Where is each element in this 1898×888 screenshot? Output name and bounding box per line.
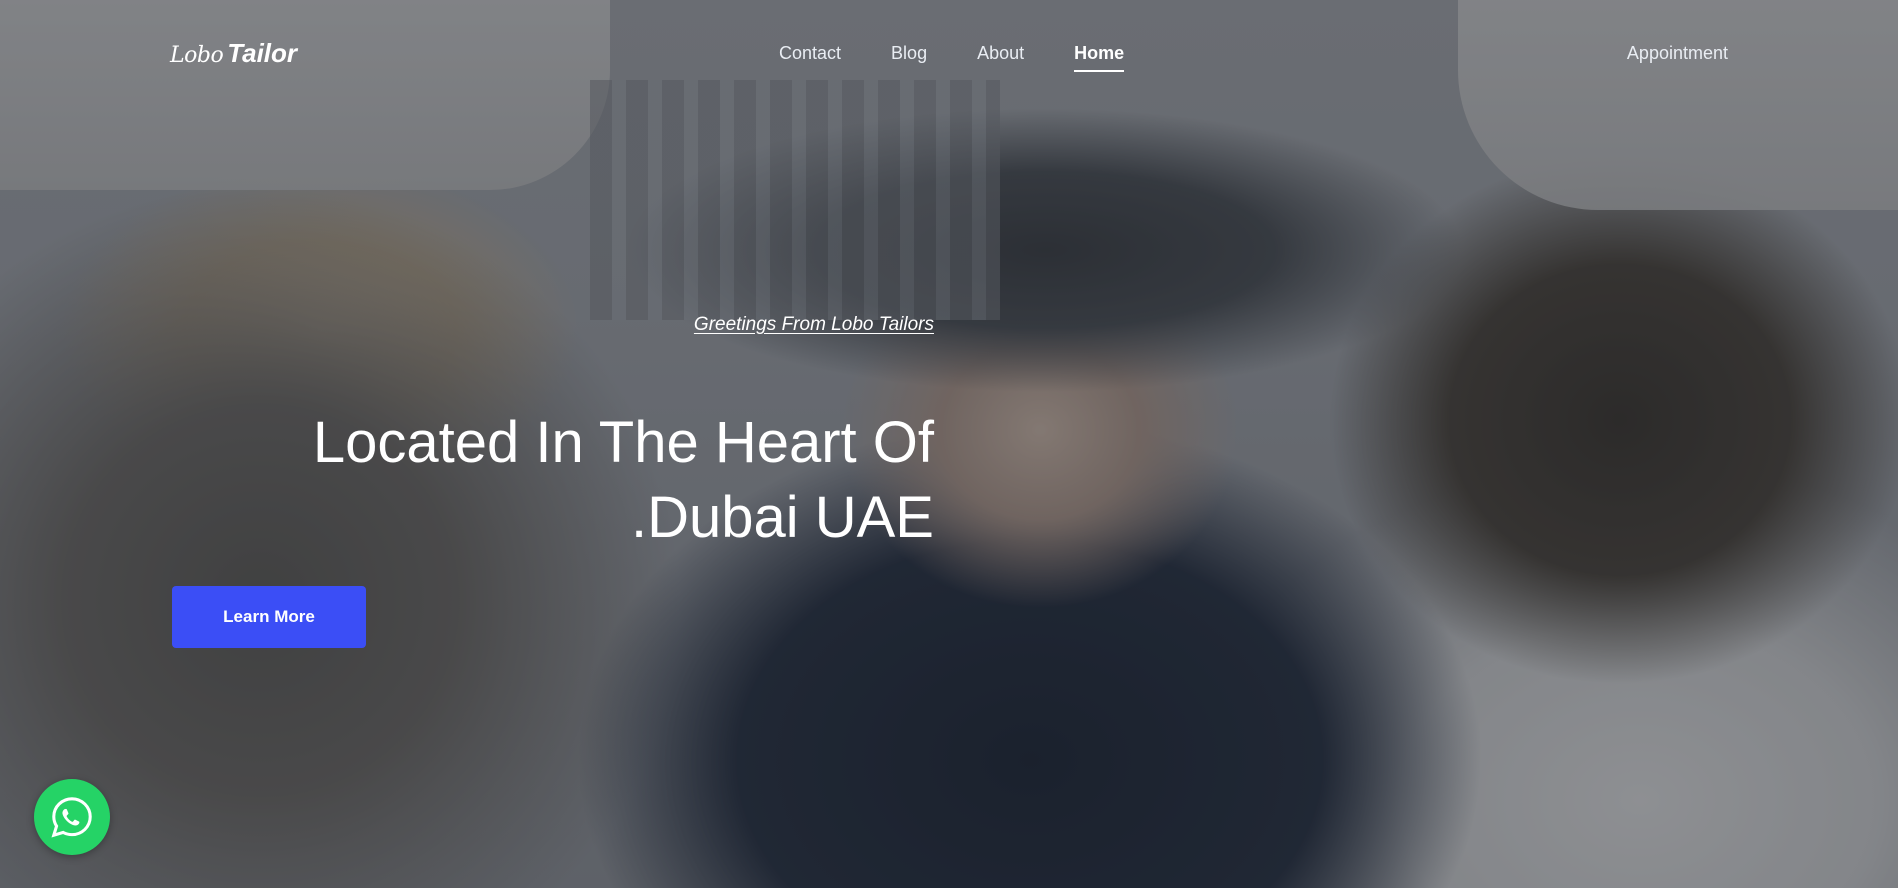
- nav-item-about[interactable]: About: [977, 35, 1024, 72]
- nav-item-blog[interactable]: Blog: [891, 35, 927, 72]
- logo-word: Tailor: [227, 37, 298, 68]
- main-nav: Contact Blog About Home: [779, 0, 1125, 106]
- appointment-link[interactable]: Appointment: [1627, 0, 1728, 106]
- hero-headline-line2: .Dubai UAE: [630, 484, 934, 550]
- hero-greeting[interactable]: Greetings From Lobo Tailors: [694, 314, 934, 336]
- nav-item-contact[interactable]: Contact: [779, 35, 841, 72]
- learn-more-button[interactable]: Learn More: [172, 586, 366, 648]
- nav-item-home[interactable]: Home: [1074, 35, 1125, 72]
- whatsapp-button[interactable]: [34, 779, 110, 855]
- hero-headline: Located In The Heart Of .Dubai UAE: [313, 405, 934, 555]
- hero-headline-line1: Located In The Heart Of: [312, 409, 934, 475]
- site-logo[interactable]: Lobo Tailor: [170, 38, 297, 69]
- hero-overlay: [0, 0, 1898, 888]
- whatsapp-icon: [51, 797, 92, 838]
- logo-script: Lobo: [170, 42, 224, 68]
